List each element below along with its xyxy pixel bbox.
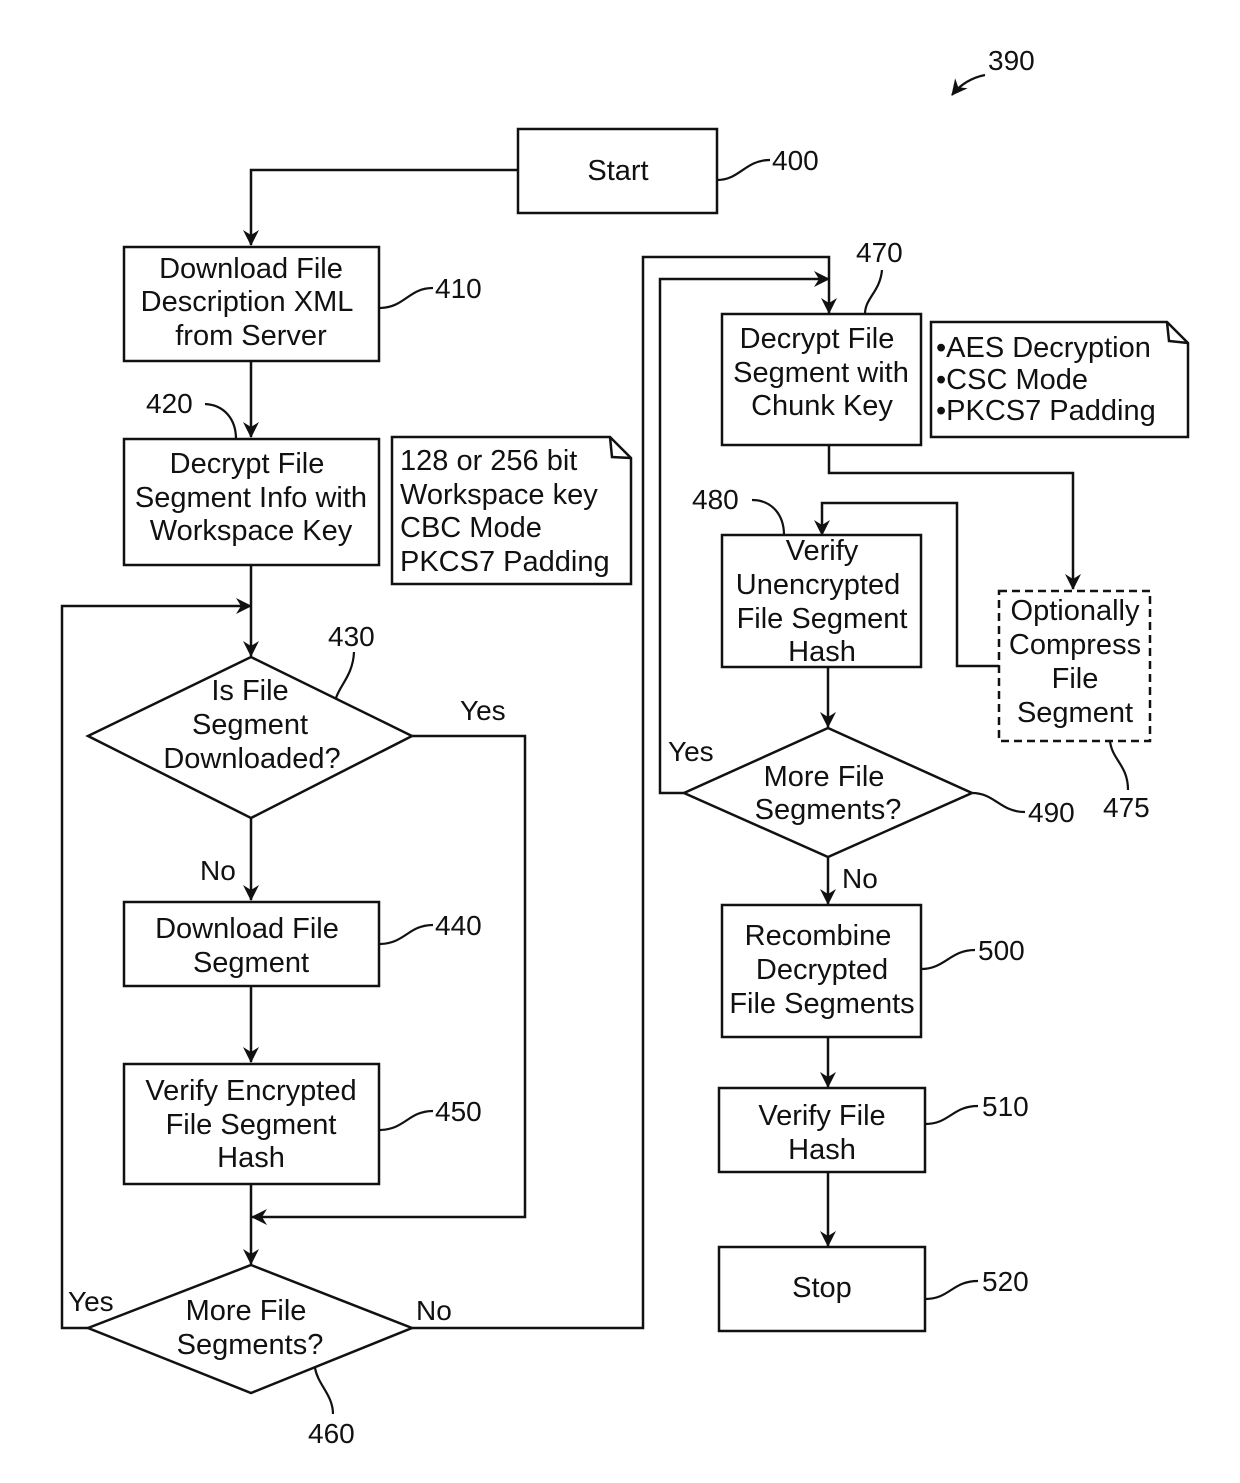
node-text: Segments?: [755, 794, 902, 826]
edge-start-to-download-xml: [243, 168, 518, 246]
edge-label-no: No: [842, 863, 878, 894]
flowchart-390: 390 Start 400 Download File Description …: [60, 45, 1190, 1449]
ref-470: 470: [856, 237, 903, 268]
node-compress-optional: Optionally Compress File Segment 475: [997, 589, 1152, 823]
edge-label-yes: Yes: [68, 1286, 114, 1317]
edge-label-yes: Yes: [460, 695, 506, 726]
node-text: Verify File: [758, 1100, 885, 1132]
ref-410: 410: [435, 273, 482, 304]
ref-475: 475: [1103, 792, 1150, 823]
note-text: CBC Mode: [400, 512, 542, 544]
node-text: More File: [764, 761, 885, 793]
node-text: More File: [186, 1295, 307, 1327]
node-verify-encrypted: Verify Encrypted File Segment Hash 450: [122, 1062, 482, 1186]
note-text: 128 or 256 bit: [400, 445, 577, 477]
figure-reference: 390: [951, 45, 1035, 96]
note-text: Workspace key: [400, 479, 598, 511]
node-text: Download File: [155, 913, 339, 945]
node-more-segments-right: More File Segments? 490 Yes No: [668, 726, 1075, 894]
ref-520: 520: [982, 1266, 1029, 1297]
node-is-downloaded: Is File Segment Downloaded? 430 Yes No: [85, 621, 506, 886]
node-text: File Segment: [166, 1109, 337, 1141]
node-text: Is File: [211, 675, 288, 707]
node-text: Segment: [192, 709, 308, 741]
node-download-xml: Download File Description XML from Serve…: [122, 245, 482, 363]
ref-460: 460: [308, 1418, 355, 1449]
node-text: Segments?: [177, 1329, 324, 1361]
node-text: File Segments: [729, 988, 914, 1020]
node-more-segments-left: More File Segments? 460 Yes No: [68, 1263, 452, 1449]
node-text: Hash: [788, 636, 856, 668]
node-text: Decrypt File: [170, 448, 325, 480]
node-text: Compress: [1009, 629, 1141, 661]
node-text: Optionally: [1011, 595, 1140, 627]
edge-label-no: No: [200, 855, 236, 886]
node-stop: Stop 520: [717, 1245, 1029, 1333]
node-verify-unencrypted: Verify Unencrypted File Segment Hash 480: [692, 484, 923, 669]
node-download-segment: Download File Segment 440: [122, 900, 482, 988]
node-stop-label: Stop: [792, 1272, 852, 1304]
ref-430: 430: [328, 621, 375, 652]
note-chunk-key: •AES Decryption •CSC Mode •PKCS7 Padding: [929, 320, 1190, 439]
edge-label-yes: Yes: [668, 736, 714, 767]
ref-480: 480: [692, 484, 739, 515]
node-text: Description XML: [141, 286, 354, 318]
node-recombine: Recombine Decrypted File Segments 500: [720, 903, 1025, 1039]
ref-500: 500: [978, 935, 1025, 966]
note-text: PKCS7 Padding: [400, 546, 610, 578]
node-start-label: Start: [587, 155, 648, 187]
node-text: Download File: [159, 253, 343, 285]
node-text: Hash: [217, 1142, 285, 1174]
node-text: Segment Info with: [135, 482, 367, 514]
ref-490: 490: [1028, 797, 1075, 828]
ref-400: 400: [772, 145, 819, 176]
ref-420: 420: [146, 388, 193, 419]
node-verify-file-hash: Verify File Hash 510: [717, 1086, 1029, 1174]
edge-label-no: No: [416, 1295, 452, 1326]
node-text: Unencrypted: [736, 569, 900, 601]
node-decrypt-chunk: Decrypt File Segment with Chunk Key 470: [720, 237, 923, 447]
node-text: Segment with: [733, 357, 909, 389]
node-text: Segment: [1017, 697, 1133, 729]
note-text: •CSC Mode: [936, 364, 1088, 396]
note-workspace-key: 128 or 256 bit Workspace key CBC Mode PK…: [390, 435, 633, 586]
node-text: Hash: [788, 1134, 856, 1166]
node-text: Recombine: [745, 920, 892, 952]
node-start: Start 400: [516, 127, 819, 215]
note-text: •AES Decryption: [936, 332, 1151, 364]
node-text: Verify: [786, 535, 859, 567]
node-text: Chunk Key: [751, 390, 893, 422]
ref-440: 440: [435, 910, 482, 941]
figure-ref-number: 390: [988, 45, 1035, 76]
node-text: Downloaded?: [163, 743, 340, 775]
node-text: Workspace Key: [150, 515, 353, 547]
note-text: •PKCS7 Padding: [936, 395, 1156, 427]
figure-ref-arrow-icon: [951, 73, 986, 96]
ref-450: 450: [435, 1096, 482, 1127]
node-text: from Server: [175, 320, 327, 352]
node-text: Decrypt File: [740, 323, 895, 355]
node-text: Verify Encrypted: [145, 1075, 356, 1107]
node-text: Segment: [193, 947, 309, 979]
node-text: File Segment: [737, 603, 908, 635]
node-text: File: [1052, 663, 1099, 695]
ref-510: 510: [982, 1091, 1029, 1122]
node-text: Decrypted: [756, 954, 888, 986]
